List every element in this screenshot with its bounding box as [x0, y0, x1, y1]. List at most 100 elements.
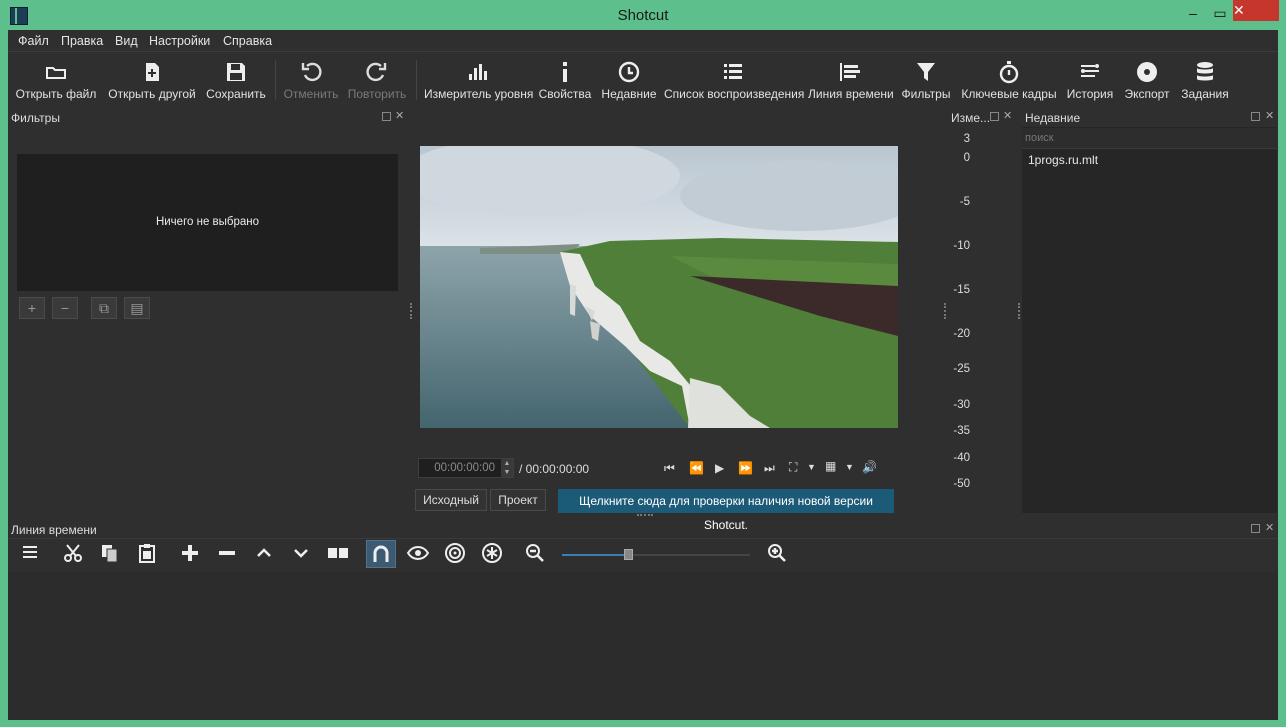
menu-file[interactable]: Файл	[18, 34, 49, 48]
redo-button[interactable]: Повторить	[346, 56, 408, 106]
meter-tick: -15	[953, 284, 970, 296]
close-button[interactable]: ✕	[1233, 0, 1279, 21]
filters-panel-title: Фильтры	[11, 111, 60, 125]
recent-button[interactable]: Недавние	[600, 56, 658, 106]
list-item[interactable]: 1progs.ru.mlt	[1028, 153, 1098, 167]
grid-dropdown-icon[interactable]: ▼	[845, 462, 854, 472]
minimize-button[interactable]: –	[1183, 4, 1203, 22]
paste-button[interactable]	[134, 542, 160, 566]
rewind-icon[interactable]: ⏪	[689, 461, 704, 475]
close-panel-button[interactable]: ✕	[1265, 521, 1274, 534]
close-panel-button[interactable]: ✕	[1003, 109, 1012, 122]
peak-meter-button[interactable]: Измеритель уровня	[424, 56, 534, 106]
export-button[interactable]: Экспорт	[1122, 56, 1172, 106]
zoom-in-button[interactable]	[764, 542, 790, 566]
info-icon	[563, 62, 567, 82]
save-icon	[227, 63, 245, 81]
history-button[interactable]: История	[1064, 56, 1116, 106]
history-label: История	[1066, 87, 1114, 101]
timeline-button[interactable]: Линия времени	[808, 56, 894, 106]
play-icon[interactable]: ▶	[715, 461, 724, 475]
lift-button[interactable]	[251, 542, 277, 566]
zoom-in-icon	[768, 544, 786, 562]
menu-settings[interactable]: Настройки	[149, 34, 210, 48]
zoom-slider[interactable]	[562, 549, 750, 560]
ripple-toggle[interactable]	[442, 542, 468, 566]
overwrite-button[interactable]	[288, 542, 314, 566]
timecode-spinner[interactable]: ▲ ▼	[501, 459, 513, 477]
meter-panel-title: Изме...	[951, 111, 991, 125]
properties-button[interactable]: Свойства	[538, 56, 592, 106]
add-filter-button[interactable]: +	[19, 297, 45, 319]
tab-project[interactable]: Проект	[490, 489, 546, 511]
float-panel-button[interactable]	[382, 112, 391, 121]
filters-button[interactable]: Фильтры	[898, 56, 954, 106]
split-button[interactable]	[325, 542, 351, 566]
save-label: Сохранить	[206, 87, 266, 101]
float-panel-button[interactable]	[990, 112, 999, 121]
playlist-label: Список воспроизведения	[664, 87, 805, 101]
maximize-button[interactable]: ▭	[1210, 4, 1230, 22]
redo-icon	[366, 62, 387, 82]
timeline-menu-button[interactable]	[17, 542, 43, 566]
close-panel-button[interactable]: ✕	[1265, 109, 1274, 122]
cut-button[interactable]	[60, 542, 86, 566]
append-button[interactable]	[177, 542, 203, 566]
tab-source[interactable]: Исходный	[415, 489, 487, 511]
grid-icon[interactable]: ▦	[825, 459, 836, 473]
recent-search-input[interactable]: поиск	[1022, 128, 1277, 149]
fast-forward-icon[interactable]: ⏩	[738, 461, 753, 475]
clock-icon	[618, 61, 640, 83]
eye-icon	[406, 546, 430, 560]
undo-button[interactable]: Отменить	[282, 56, 340, 106]
meter-tick: -10	[953, 240, 970, 252]
timeline-panel-title: Линия времени	[11, 523, 97, 537]
copy-button[interactable]	[97, 542, 123, 566]
recent-list	[1022, 127, 1277, 513]
keyframes-button[interactable]: Ключевые кадры	[960, 56, 1058, 106]
close-panel-button[interactable]: ✕	[395, 109, 404, 122]
meter-tick: -40	[953, 452, 970, 464]
snap-toggle[interactable]	[366, 540, 396, 568]
splitter-handle[interactable]	[637, 514, 653, 518]
open-other-button[interactable]: Открыть другой	[104, 56, 200, 106]
keyframes-label: Ключевые кадры	[961, 87, 1057, 101]
chevron-down-icon	[294, 549, 308, 558]
zoom-fit-icon[interactable]: ⛶	[789, 460, 797, 475]
ripple-all-toggle[interactable]	[479, 542, 505, 566]
minus-icon	[219, 551, 235, 555]
copy-filter-button[interactable]: ⧉	[91, 297, 117, 319]
paste-filter-button[interactable]: ▤	[124, 297, 150, 319]
zoom-dropdown-icon[interactable]: ▼	[807, 462, 816, 472]
splitter-handle[interactable]	[944, 303, 948, 319]
menu-edit[interactable]: Правка	[61, 34, 103, 48]
open-file-button[interactable]: Открыть файл	[14, 56, 98, 106]
skip-next-icon[interactable]: ⏭	[764, 461, 775, 476]
ripple-icon	[445, 543, 465, 563]
meter-tick: 0	[963, 152, 970, 164]
menu-help[interactable]: Справка	[223, 34, 272, 48]
timecode-input[interactable]: 00:00:00:00	[418, 458, 514, 478]
timeline-tracks-area[interactable]	[8, 572, 1278, 720]
splitter-handle[interactable]	[410, 303, 414, 319]
remove-filter-button[interactable]: −	[52, 297, 78, 319]
float-panel-button[interactable]	[1251, 524, 1260, 533]
file-plus-icon	[146, 63, 159, 81]
remove-button[interactable]	[214, 542, 240, 566]
scrub-toggle[interactable]	[405, 542, 431, 566]
save-button[interactable]: Сохранить	[204, 56, 268, 106]
zoom-slider-handle[interactable]	[624, 549, 633, 560]
update-check-button[interactable]: Щелкните сюда для проверки наличия новой…	[558, 489, 894, 532]
meter-tick: -50	[953, 478, 970, 490]
jobs-label: Задания	[1181, 87, 1229, 101]
funnel-icon	[917, 63, 935, 81]
peak-meter-label: Измеритель уровня	[424, 87, 534, 101]
volume-icon[interactable]: 🔊	[862, 460, 877, 474]
zoom-out-button[interactable]	[522, 542, 548, 566]
menu-view[interactable]: Вид	[115, 34, 138, 48]
split-icon	[328, 546, 348, 560]
jobs-button[interactable]: Задания	[1178, 56, 1232, 106]
float-panel-button[interactable]	[1251, 112, 1260, 121]
playlist-button[interactable]: Список воспроизведения	[664, 56, 805, 106]
skip-previous-icon[interactable]: ⏮	[664, 461, 675, 476]
